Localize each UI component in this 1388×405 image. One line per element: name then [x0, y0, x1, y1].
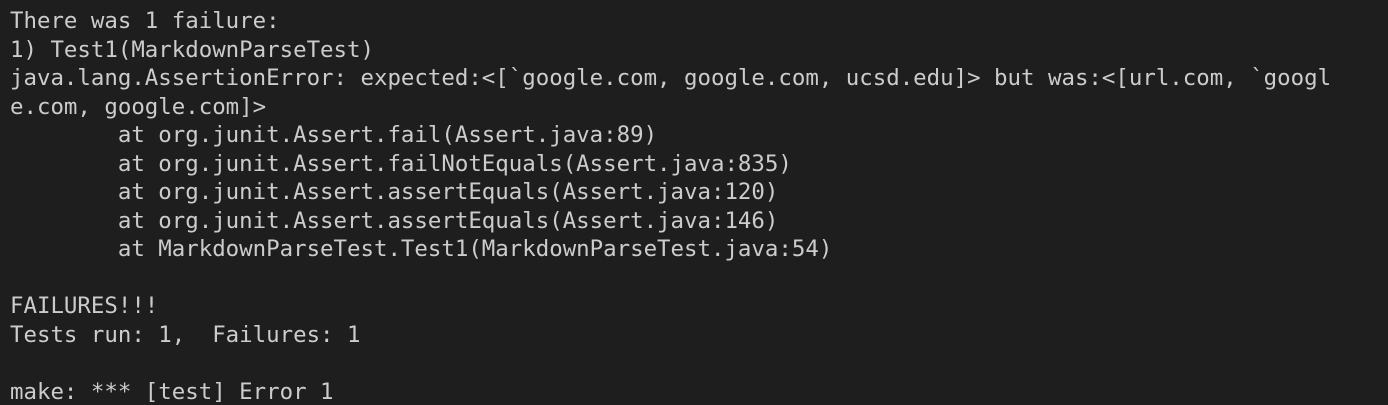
stack-trace-line: at org.junit.Assert.assertEquals(Assert.… [10, 179, 779, 205]
stack-trace-line: at org.junit.Assert.fail(Assert.java:89) [10, 122, 658, 148]
stack-trace-line: at org.junit.Assert.assertEquals(Assert.… [10, 207, 779, 234]
terminal-output[interactable]: There was 1 failure: 1) Test1(MarkdownPa… [0, 0, 1388, 405]
assertion-error-line: java.lang.AssertionError: expected:<[`go… [10, 65, 1332, 91]
make-error-line: make: *** [test] Error 1 [10, 378, 334, 405]
stack-trace-line: at org.junit.Assert.failNotEquals(Assert… [10, 150, 792, 177]
stack-trace-line: at MarkdownParseTest.Test1(MarkdownParse… [10, 236, 833, 262]
failed-test-name-line: 1) Test1(MarkdownParseTest) [10, 36, 374, 63]
failure-summary-line: There was 1 failure: [10, 8, 280, 34]
test-results-line: Tests run: 1, Failures: 1 [10, 321, 361, 348]
failures-banner-line: FAILURES!!! [10, 293, 159, 319]
assertion-error-continuation-line: e.com, google.com]> [10, 93, 267, 120]
